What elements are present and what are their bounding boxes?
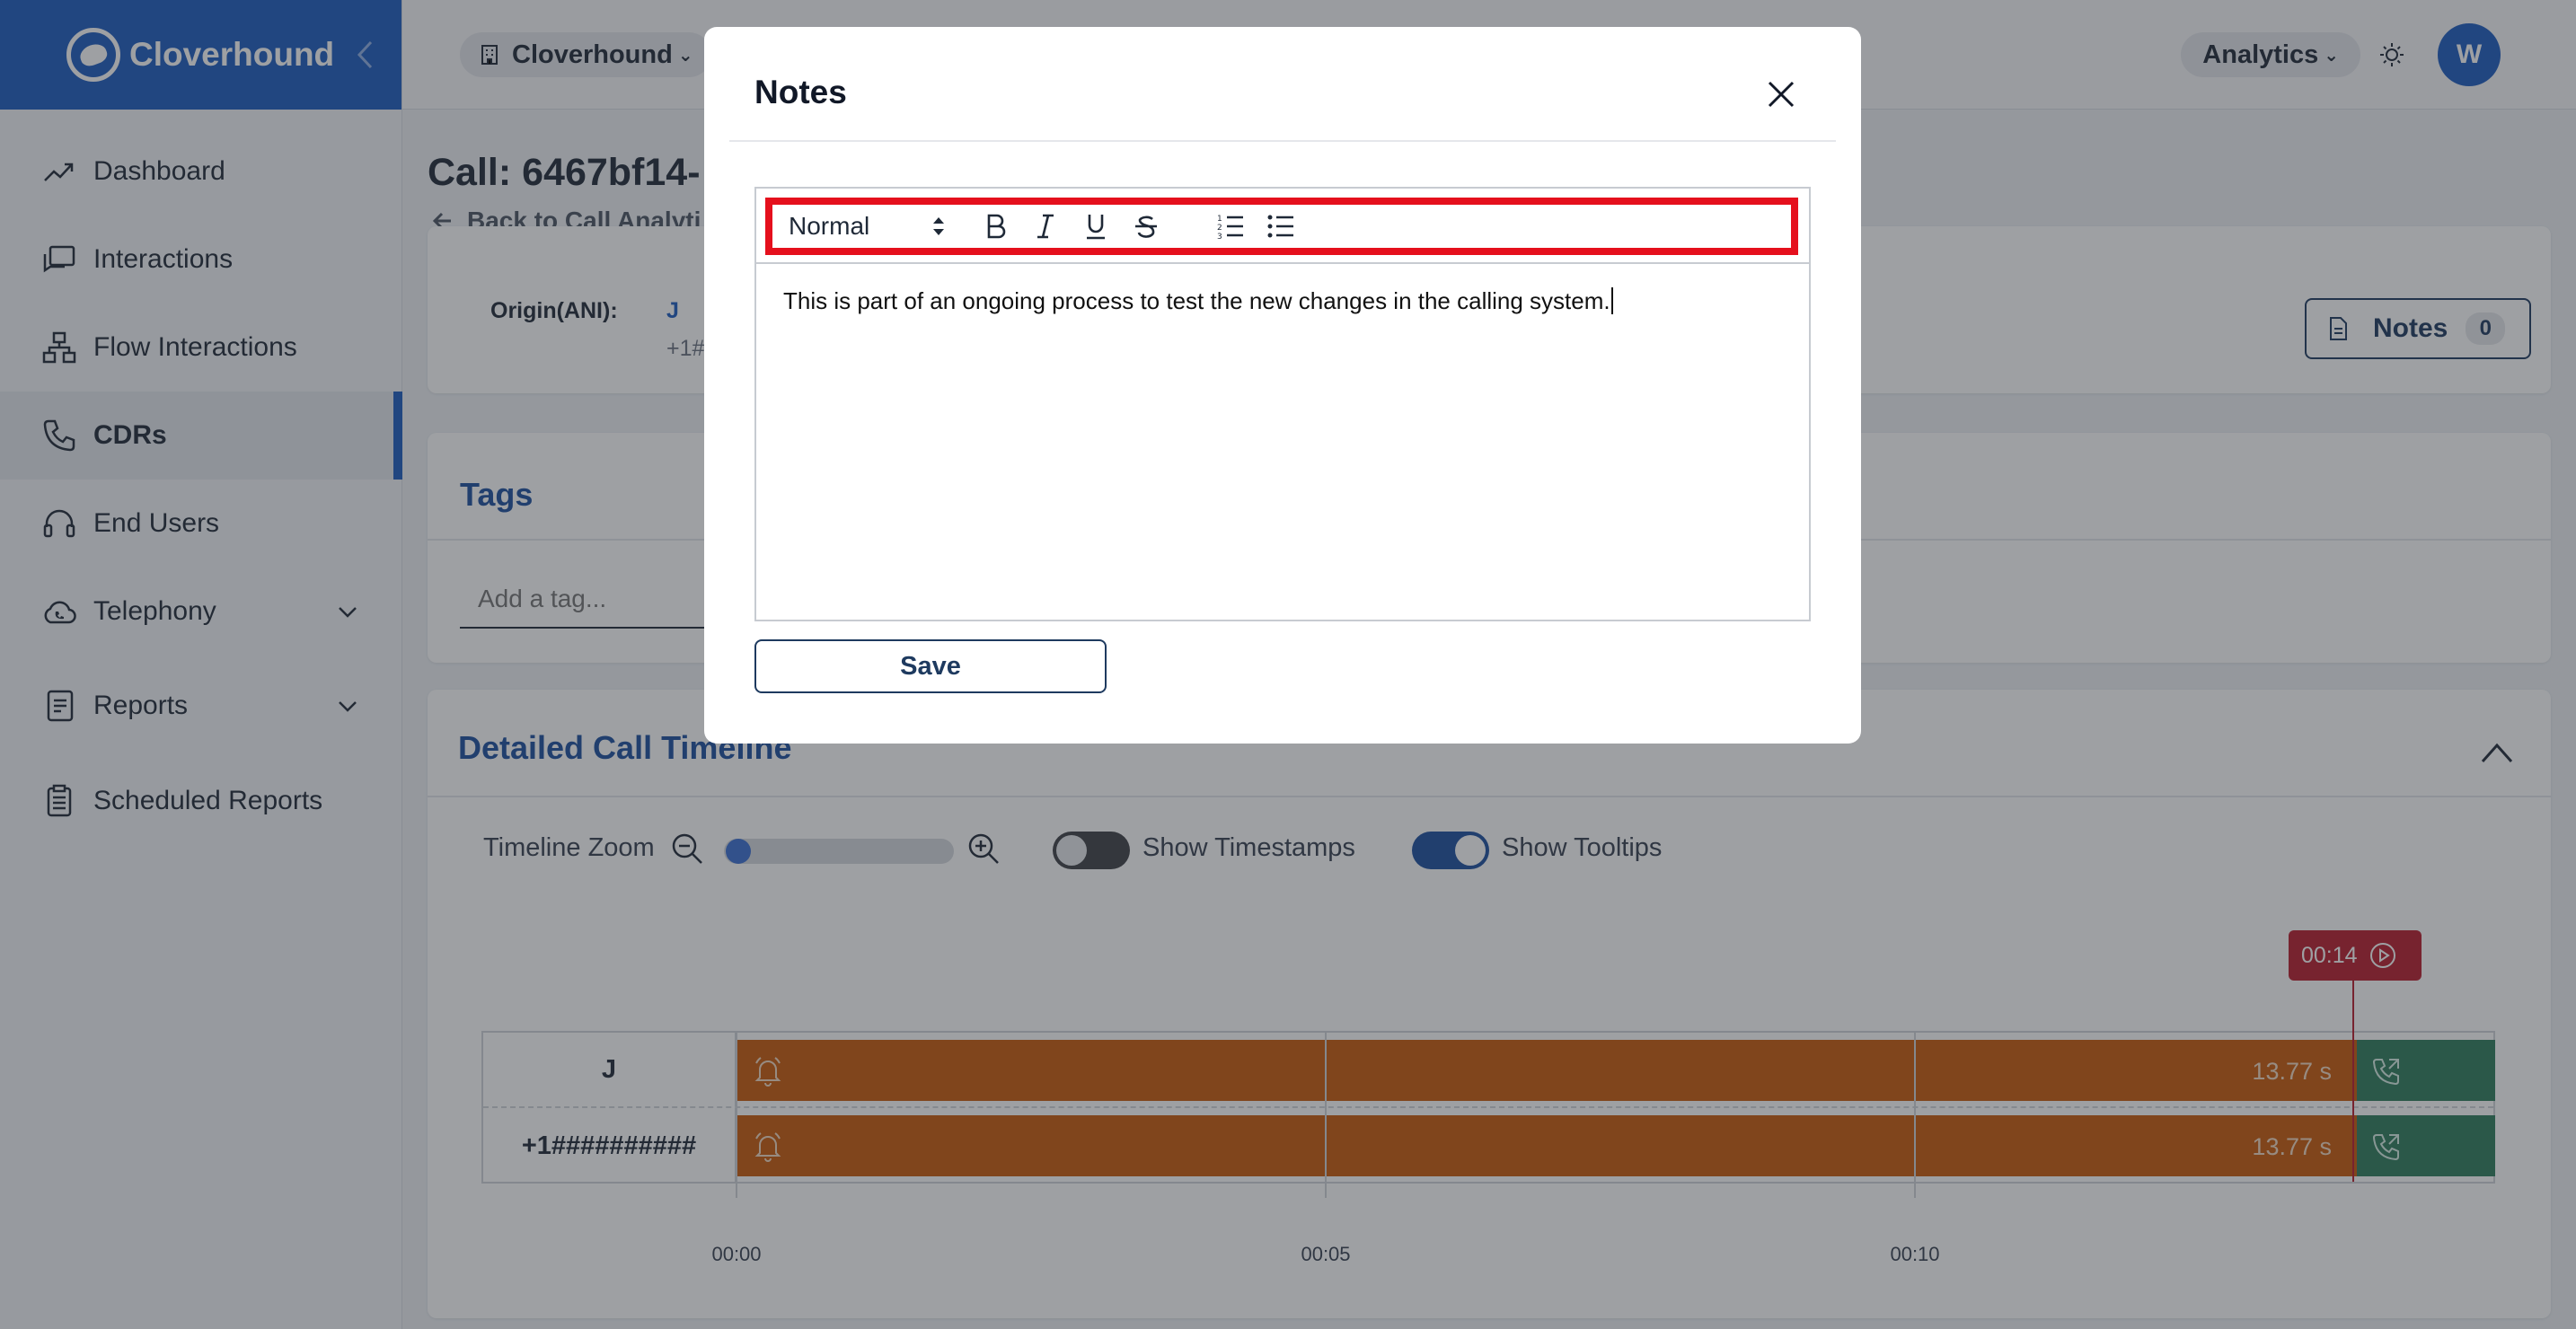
text-caret: [1610, 287, 1613, 314]
underline-icon[interactable]: [1080, 210, 1112, 242]
strikethrough-icon[interactable]: [1130, 210, 1162, 242]
italic-icon[interactable]: [1029, 210, 1062, 242]
notes-modal: Notes Normal 123 This is part of an ongo…: [704, 27, 1861, 744]
editor-text: This is part of an ongoing process to te…: [783, 287, 1610, 314]
svg-text:3: 3: [1217, 233, 1222, 242]
editor-content[interactable]: This is part of an ongoing process to te…: [783, 287, 1613, 315]
svg-text:2: 2: [1217, 224, 1222, 233]
bullet-list-icon[interactable]: [1265, 210, 1297, 242]
bold-icon[interactable]: [979, 210, 1011, 242]
svg-text:1: 1: [1217, 215, 1222, 224]
rich-text-editor: Normal 123 This is part of an ongoing pr…: [754, 187, 1811, 621]
save-button[interactable]: Save: [754, 639, 1107, 693]
editor-toolbar: Normal 123: [765, 198, 1798, 255]
ordered-list-icon[interactable]: 123: [1214, 210, 1247, 242]
updown-arrow-icon: [933, 217, 944, 235]
modal-title: Notes: [754, 74, 847, 110]
format-select[interactable]: Normal: [789, 212, 947, 241]
format-select-value: Normal: [789, 212, 870, 240]
divider: [729, 140, 1836, 142]
close-icon[interactable]: [1766, 79, 1796, 110]
divider: [756, 262, 1809, 264]
